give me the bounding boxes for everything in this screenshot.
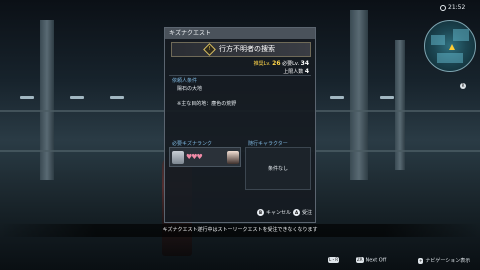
minimap-area [437,53,463,63]
clock: 21:52 [440,4,465,11]
kizuna-party-box: ♥♥♥ [169,147,241,167]
background-light [380,96,394,99]
difficulty-label: 推奨Lv. [253,61,271,67]
cancel-button[interactable]: B キャンセル [257,209,291,216]
background-pillar [350,10,368,180]
accept-label: 受注 [302,210,313,216]
requester-name: 陽石の大地 [177,86,203,92]
quest-header: ! 行方不明者の捜索 [171,42,311,57]
background-light [70,96,84,99]
next-off-label: Next Off [365,257,387,264]
clock-time: 21:52 [448,4,466,11]
background-light [20,96,34,99]
party-member-portrait [172,151,184,164]
kizuna-rank-label: 必要キズナランク [172,141,213,147]
quest-icon: ! [203,43,216,56]
plus-button-icon: + [418,257,424,264]
shoulder-hint: L・R [328,257,341,264]
party-limit: 上限人数 4 [283,68,309,75]
player-marker-icon [449,44,455,50]
quest-name: 行方不明者の捜索 [219,45,275,53]
destination-note: ※主な目的地：塵色の荒野 [177,101,237,107]
button-glyph: R [460,83,466,89]
clock-icon [440,4,446,11]
required-level-label: 必要Lv. [282,61,300,67]
minimap-area [453,29,469,41]
accept-button[interactable]: A 受注 [293,209,312,216]
divider [169,75,311,76]
b-button-icon: B [257,209,264,216]
requester-section-label: 依頼人条件 [172,78,198,84]
follow-character-label: 随行キャラクター [248,141,288,147]
difficulty-value: 26 [272,60,281,67]
background-light [110,96,124,99]
next-off-toggle[interactable]: ZR Next Off [356,257,386,264]
navigation-toggle[interactable]: + ナビゲーション表示 [418,257,470,264]
zr-button-icon: ZR [356,257,364,263]
a-button-icon: A [293,209,300,216]
level-stats: 推奨Lv. 26 必要Lv. 34 [254,60,309,67]
party-limit-value: 4 [304,68,309,75]
minimap-toggle[interactable]: R [460,83,466,89]
minimap-area [431,35,445,45]
dialog-title: キズナクエスト [165,28,315,39]
minimap [424,20,476,72]
follow-condition-value: 条件なし [267,166,288,172]
cancel-label: キャンセル [266,210,292,216]
party-member-portrait [227,151,239,164]
follow-condition-box: 条件なし [245,147,311,190]
navigation-label: ナビゲーション表示 [425,258,471,264]
required-level-value: 34 [300,60,309,67]
shoulder-button-icon: L・R [328,257,340,263]
notice-bar: キズナクエスト遂行中はストーリークエストを受注できなくなります [0,224,480,237]
background-light [330,96,344,99]
background-pillar [40,20,54,180]
heart-icon: ♥♥♥ [186,153,203,161]
quest-dialog: キズナクエスト ! 行方不明者の捜索 推奨Lv. 26 必要Lv. 34 上限人… [164,27,316,223]
